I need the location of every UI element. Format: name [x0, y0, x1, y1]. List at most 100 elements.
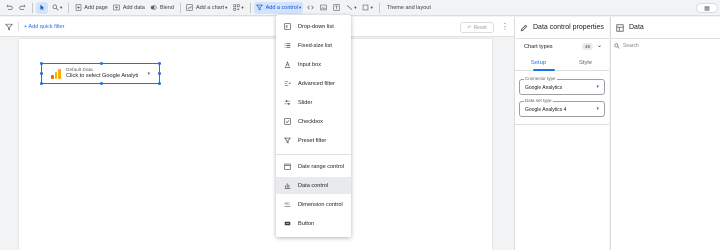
theme-layout-button[interactable]: Theme and layout — [383, 2, 433, 14]
add-control-button[interactable]: Add a control ▾ — [253, 1, 304, 14]
cursor-icon — [38, 4, 46, 12]
resize-handle[interactable] — [158, 82, 161, 85]
list-icon — [283, 42, 291, 50]
data-control-icon — [283, 182, 291, 190]
line-icon — [345, 4, 353, 12]
add-quick-filter-button[interactable]: + Add quick filter — [24, 24, 65, 30]
chart-icon — [186, 4, 194, 12]
menu-item-date-range-control[interactable]: Date range control — [276, 158, 351, 175]
toolbar-divider — [179, 2, 181, 13]
add-data-button[interactable]: Add data — [111, 2, 147, 14]
blend-label: Blend — [159, 4, 174, 11]
shape-button[interactable]: ▾ — [360, 2, 375, 14]
data-set-type-select[interactable]: Data set type Google Analytics 4 ▾ — [519, 98, 605, 117]
widget-title: Click to select Google Analyti — [66, 73, 139, 80]
code-button[interactable] — [304, 2, 316, 14]
search-placeholder: Search — [623, 43, 639, 49]
svg-text:ABC: ABC — [284, 202, 290, 206]
zoom-icon — [51, 4, 59, 12]
data-panel-header: Data — [611, 17, 720, 39]
menu-item-label: Slider — [298, 99, 313, 106]
zoom-button[interactable]: ▾ — [49, 2, 64, 14]
add-chart-button[interactable]: Add a chart ▾ — [184, 2, 229, 14]
add-page-button[interactable]: Add page — [72, 2, 110, 14]
undo-icon — [5, 4, 13, 12]
chart-types-selector[interactable]: Chart types 48 ⌄ — [515, 39, 609, 55]
menu-item-advanced-filter[interactable]: Advanced filter — [276, 75, 351, 92]
menu-item-dimension-control[interactable]: ABC Dimension control — [276, 196, 351, 213]
select-tool-button[interactable] — [36, 1, 48, 14]
menu-item-preset-filter[interactable]: Preset filter — [276, 132, 351, 149]
toolbar: ▾ Add page Add data Blend Add a chart ▾ … — [0, 0, 720, 16]
chevron-down-icon: ▾ — [354, 4, 357, 10]
toolbar-divider — [249, 2, 251, 13]
data-control-widget[interactable]: Default Data Click to select Google Anal… — [40, 62, 161, 85]
resize-handle[interactable] — [100, 62, 103, 65]
chart-types-label: Chart types — [524, 44, 553, 50]
view-toggle-button[interactable]: ▦ — [696, 3, 718, 13]
menu-item-fixed-size-list[interactable]: Fixed-size list — [276, 37, 351, 54]
add-data-label: Add data — [122, 4, 145, 11]
connector-type-label: Connector type — [524, 76, 557, 81]
data-set-type-value: Google Analytics 4 — [525, 107, 567, 113]
tab-setup[interactable]: Setup — [515, 55, 562, 70]
menu-item-data-control[interactable]: Data control — [276, 177, 351, 194]
google-analytics-icon — [51, 68, 61, 79]
search-input[interactable]: Search — [611, 39, 720, 53]
add-page-label: Add page — [84, 4, 108, 11]
reset-button[interactable]: ↶ Reset — [460, 22, 494, 33]
image-button[interactable] — [317, 2, 329, 14]
pencil-icon — [520, 24, 528, 31]
text-button[interactable] — [330, 2, 342, 14]
data-set-type-label: Data set type — [524, 98, 553, 103]
toolbar-divider — [68, 2, 70, 13]
menu-item-label: Advanced filter — [298, 80, 336, 87]
resize-handle[interactable] — [40, 82, 43, 85]
checkbox-icon — [283, 118, 291, 126]
active-tab-indicator — [533, 69, 555, 71]
line-button[interactable]: ▾ — [343, 2, 358, 14]
community-viz-button[interactable]: ▾ — [230, 2, 245, 14]
menu-item-dropdown-list[interactable]: Drop-down list — [276, 18, 351, 35]
toolbar-divider — [32, 2, 33, 13]
code-icon — [306, 4, 314, 12]
menu-item-label: Input box — [298, 61, 322, 68]
menu-divider — [276, 154, 351, 155]
reset-label: Reset — [473, 24, 487, 31]
input-box-icon — [283, 61, 291, 69]
redo-button[interactable] — [16, 2, 28, 14]
resize-handle[interactable] — [40, 72, 43, 75]
blend-button[interactable]: Blend — [148, 2, 176, 14]
chevron-down-icon: ▾ — [60, 4, 63, 10]
chevron-down-icon: ⌄ — [597, 43, 603, 49]
resize-handle[interactable] — [158, 62, 161, 65]
text-box-icon — [332, 4, 340, 12]
slider-icon — [283, 99, 291, 107]
preset-filter-icon — [283, 137, 291, 145]
resize-handle[interactable] — [158, 72, 161, 75]
menu-item-input-box[interactable]: Input box — [276, 56, 351, 73]
chevron-down-icon: ▾ — [225, 4, 228, 10]
table-icon — [616, 23, 624, 32]
connector-type-select[interactable]: Connector type Google Analytics ▾ — [519, 76, 605, 95]
resize-handle[interactable] — [100, 82, 103, 85]
undo-button[interactable] — [3, 2, 15, 14]
filter-icon[interactable] — [5, 23, 13, 31]
add-chart-label: Add a chart — [195, 4, 225, 11]
tab-style[interactable]: Style — [562, 55, 609, 70]
caret-down-icon: ▾ — [596, 84, 599, 90]
toolbar-divider — [378, 2, 380, 13]
widget-text: Default Data Click to select Google Anal… — [66, 68, 138, 80]
report-page[interactable]: Default Data Click to select Google Anal… — [19, 39, 492, 250]
reset-icon: ↶ — [467, 24, 472, 31]
menu-item-button[interactable]: Button — [276, 215, 351, 232]
menu-item-slider[interactable]: Slider — [276, 94, 351, 111]
shape-icon — [362, 4, 370, 12]
search-icon — [614, 43, 620, 49]
chevron-down-icon: ▾ — [299, 4, 302, 10]
menu-item-checkbox[interactable]: Checkbox — [276, 113, 351, 130]
section-divider — [515, 124, 609, 125]
theme-layout-label: Theme and layout — [386, 4, 431, 11]
more-options-icon[interactable]: ⋮ — [501, 22, 509, 31]
resize-handle[interactable] — [40, 62, 43, 65]
